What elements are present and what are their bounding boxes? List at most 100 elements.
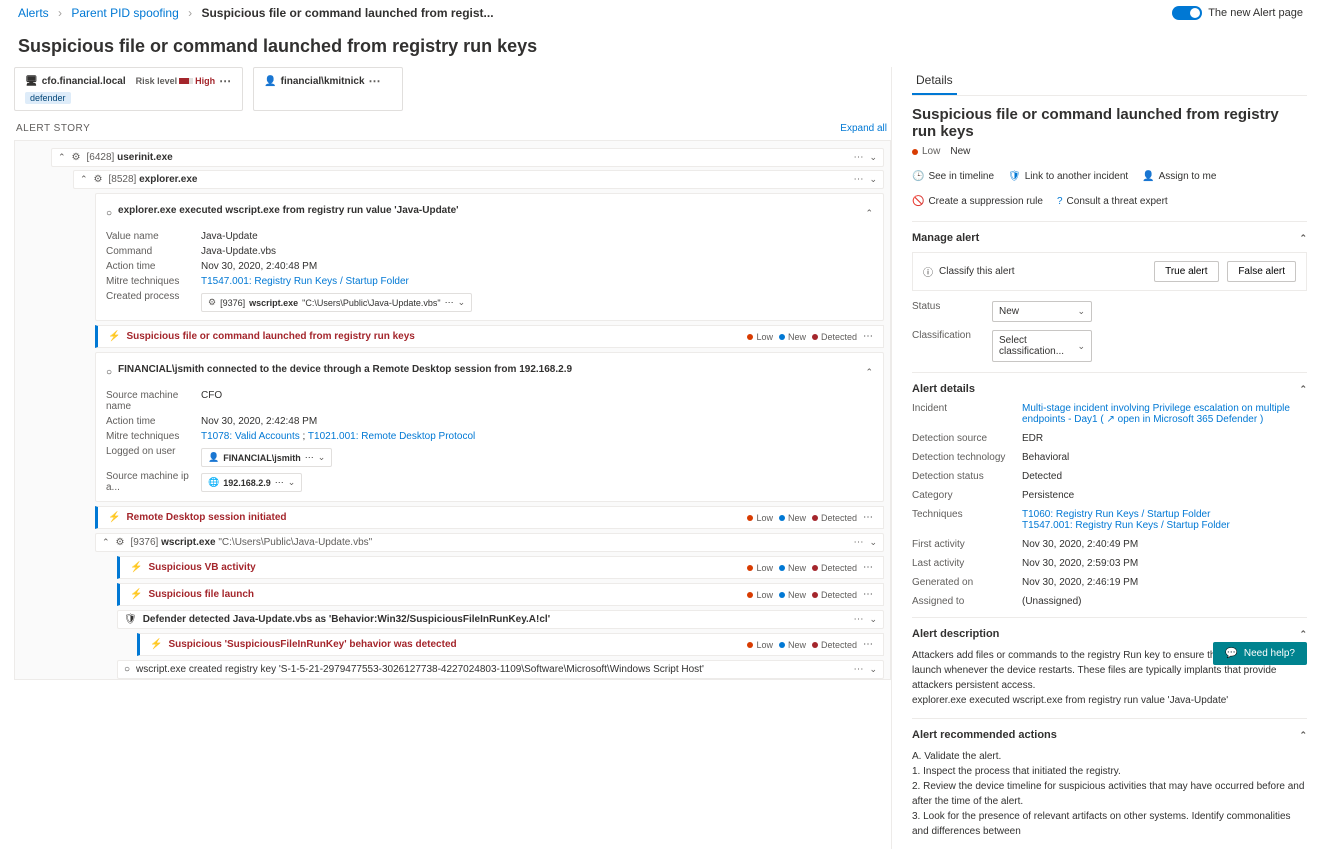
user-icon: 👤: [208, 452, 219, 463]
action-expert[interactable]: ?Consult a threat expert: [1057, 196, 1168, 207]
gear-icon: ⚙: [116, 537, 125, 548]
action-suppress[interactable]: 🚫Create a suppression rule: [912, 196, 1043, 207]
user-icon: 👤: [1142, 171, 1154, 182]
page-title: Suspicious file or command launched from…: [0, 22, 1321, 67]
breadcrumb-root[interactable]: Alerts: [18, 6, 49, 20]
chat-icon: 💬: [1225, 648, 1237, 659]
chevron-icon[interactable]: ⌃: [1299, 629, 1307, 640]
chevron-icon[interactable]: ⌄: [869, 537, 877, 548]
shield-icon: 🛡: [124, 614, 137, 625]
chevron-icon[interactable]: ⌃: [865, 367, 873, 378]
true-alert-button[interactable]: True alert: [1154, 261, 1218, 282]
alert-desc-title: Alert description: [912, 628, 999, 640]
risk-bar: [179, 78, 193, 84]
gear-icon: ⚙: [94, 174, 103, 185]
more-icon[interactable]: ⋯: [863, 639, 873, 650]
chevron-icon[interactable]: ⌄: [869, 664, 877, 675]
process-row-wscript[interactable]: ⌃ ⚙ [9376] wscript.exe "C:\Users\Public\…: [95, 533, 884, 552]
alert-suspicious-registry[interactable]: ⚡ Suspicious file or command launched fr…: [95, 325, 884, 348]
device-icon: 🖥: [25, 76, 38, 87]
action-timeline[interactable]: 🕒See in timeline: [912, 171, 994, 182]
event-registry-created[interactable]: ○ wscript.exe created registry key 'S-1-…: [117, 660, 884, 679]
status-select[interactable]: New⌄: [992, 301, 1092, 322]
chevron-icon[interactable]: ⌄: [318, 452, 326, 463]
breadcrumb: Alerts › Parent PID spoofing › Suspiciou…: [18, 6, 494, 20]
chevron-down-icon[interactable]: ⌃: [80, 174, 88, 185]
need-help-button[interactable]: 💬 Need help?: [1213, 642, 1307, 665]
device-more[interactable]: ⋯: [219, 74, 232, 88]
mitre-link[interactable]: T1078: Valid Accounts: [201, 431, 300, 442]
breadcrumb-mid[interactable]: Parent PID spoofing: [71, 6, 178, 20]
flash-icon: ⚡: [130, 589, 142, 600]
new-page-toggle[interactable]: [1172, 6, 1202, 20]
chevron-icon[interactable]: ⌃: [1299, 233, 1307, 244]
circle-icon: ○: [106, 208, 112, 219]
technique-link[interactable]: T1547.001: Registry Run Keys / Startup F…: [1022, 520, 1230, 531]
classification-select[interactable]: Select classification...⌄: [992, 330, 1092, 362]
false-alert-button[interactable]: False alert: [1227, 261, 1296, 282]
expand-all[interactable]: Expand all: [840, 123, 887, 134]
info-icon: ⓘ: [923, 264, 933, 279]
more-icon[interactable]: ⋯: [853, 664, 863, 675]
alert-details-title: Alert details: [912, 383, 975, 395]
timeline-icon: 🕒: [912, 171, 924, 182]
chevron-down-icon[interactable]: ⌃: [58, 152, 66, 163]
chevron-icon[interactable]: ⌄: [458, 297, 466, 308]
chevron-icon[interactable]: ⌃: [1299, 384, 1307, 395]
user-chip[interactable]: 👤FINANCIAL\jsmith⋯⌄: [201, 448, 332, 467]
more-icon[interactable]: ⋯: [863, 512, 873, 523]
event-defender-detected[interactable]: 🛡 Defender detected Java-Update.vbs as '…: [117, 610, 884, 629]
more-icon[interactable]: ⋯: [445, 297, 454, 308]
more-icon[interactable]: ⋯: [863, 589, 873, 600]
gear-icon: ⚙: [72, 152, 81, 163]
incident-link[interactable]: Multi-stage incident involving Privilege…: [1022, 403, 1290, 425]
created-process-chip[interactable]: ⚙ [9376] wscript.exe "C:\Users\Public\Ja…: [201, 293, 472, 312]
flash-icon: ⚡: [108, 331, 120, 342]
action-assign-me[interactable]: 👤Assign to me: [1142, 171, 1216, 182]
event-rdp-connect: ○ FINANCIAL\jsmith connected to the devi…: [95, 352, 884, 502]
process-row-explorer[interactable]: ⌃ ⚙ [8528] explorer.exe ⋯ ⌄: [73, 170, 884, 189]
globe-icon: 🌐: [208, 477, 219, 488]
ip-chip[interactable]: 🌐192.168.2.9⋯⌄: [201, 473, 302, 492]
more-icon[interactable]: ⋯: [853, 614, 863, 625]
more-icon[interactable]: ⋯: [853, 174, 863, 185]
user-more[interactable]: ⋯: [369, 74, 382, 88]
alert-vb-activity[interactable]: ⚡ Suspicious VB activity Low New Detecte…: [117, 556, 884, 579]
alert-rdp-initiated[interactable]: ⚡ Remote Desktop session initiated Low N…: [95, 506, 884, 529]
process-row-userinit[interactable]: ⌃ ⚙ [6428] userinit.exe ⋯ ⌄: [51, 148, 884, 167]
device-card[interactable]: 🖥 cfo.financial.local Risk level High ⋯ …: [14, 67, 243, 111]
alert-file-launch[interactable]: ⚡ Suspicious file launch Low New Detecte…: [117, 583, 884, 606]
more-icon[interactable]: ⋯: [863, 331, 873, 342]
technique-link[interactable]: T1060: Registry Run Keys / Startup Folde…: [1022, 509, 1210, 520]
tab-details[interactable]: Details: [912, 67, 957, 95]
mitre-link[interactable]: T1021.001: Remote Desktop Protocol: [308, 431, 475, 442]
story-label: ALERT STORY: [16, 123, 90, 134]
device-tag: defender: [25, 92, 71, 104]
flash-icon: ⚡: [150, 639, 162, 650]
circle-icon: ○: [124, 664, 130, 675]
chevron-icon[interactable]: ⌄: [288, 477, 296, 488]
chevron-icon[interactable]: ⌄: [869, 614, 877, 625]
breadcrumb-current: Suspicious file or command launched from…: [201, 6, 493, 20]
link-icon: 🛡: [1008, 171, 1021, 182]
user-card[interactable]: 👤 financial\kmitnick ⋯: [253, 67, 403, 111]
chevron-icon[interactable]: ⌄: [869, 174, 877, 185]
chevron-icon[interactable]: ⌃: [865, 208, 873, 219]
chevron-icon[interactable]: ⌃: [1299, 730, 1307, 741]
more-icon[interactable]: ⋯: [275, 477, 284, 488]
chevron-down-icon[interactable]: ⌃: [102, 537, 110, 548]
more-icon[interactable]: ⋯: [853, 152, 863, 163]
user-name: financial\kmitnick: [281, 76, 365, 87]
gear-icon: ⚙: [208, 297, 216, 308]
more-icon[interactable]: ⋯: [853, 537, 863, 548]
flash-icon: ⚡: [108, 512, 120, 523]
chevron-icon[interactable]: ⌄: [869, 152, 877, 163]
flash-icon: ⚡: [130, 562, 142, 573]
more-icon[interactable]: ⋯: [305, 452, 314, 463]
alert-story-tree: ⌃ ⚙ [6428] userinit.exe ⋯ ⌄ ⌃ ⚙ [8528] e…: [14, 140, 891, 680]
action-link-incident[interactable]: 🛡Link to another incident: [1008, 171, 1128, 182]
mitre-link[interactable]: T1547.001: Registry Run Keys / Startup F…: [201, 276, 409, 287]
side-title: Suspicious file or command launched from…: [912, 106, 1307, 140]
more-icon[interactable]: ⋯: [863, 562, 873, 573]
alert-suspicious-runkey[interactable]: ⚡ Suspicious 'SuspiciousFileInRunKey' be…: [137, 633, 884, 656]
